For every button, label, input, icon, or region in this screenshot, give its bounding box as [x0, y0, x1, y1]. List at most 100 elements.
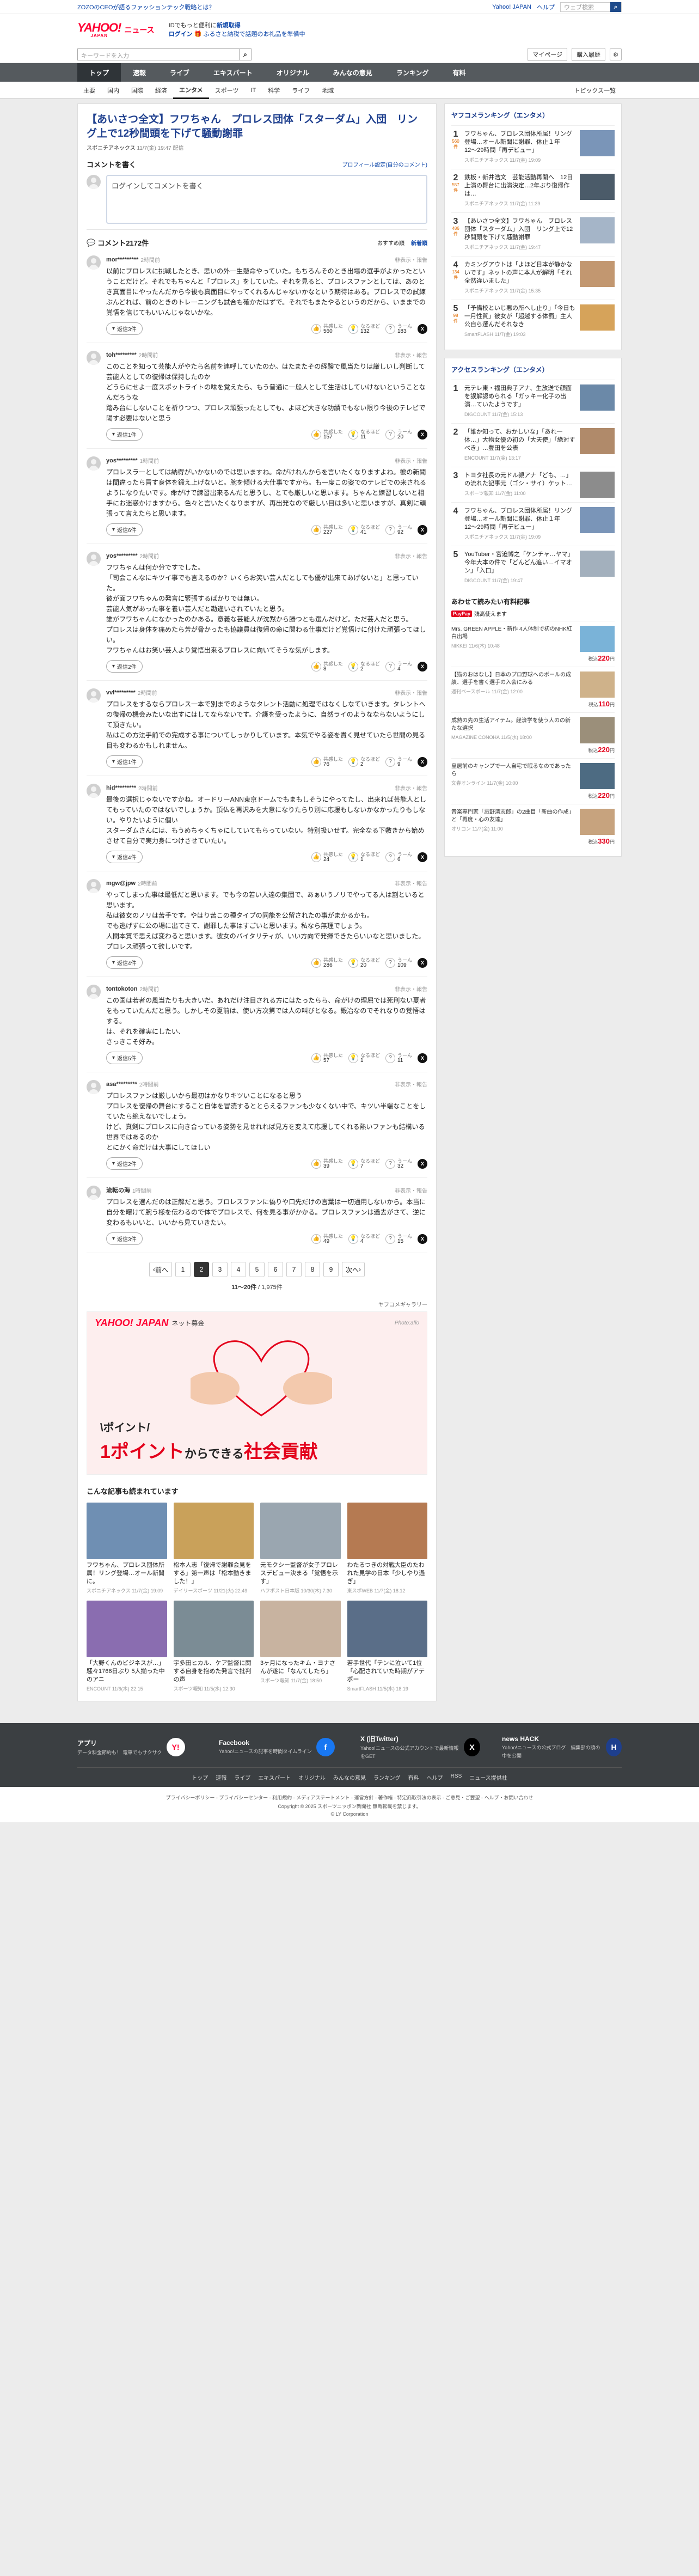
ranking-item[interactable]: 5 98件 「予備校といじ悪の所へし止り」「今日も一月性質」彼女が「超越する体罰」主… [451, 300, 615, 343]
main-nav-item[interactable]: オリジナル [265, 63, 321, 82]
ranking-item[interactable]: 3 486件 【あいさつ全文】フワちゃん プロレス団体「スターダム」入団 リング上で… [451, 212, 615, 256]
rank-title[interactable]: 「予備校といじ悪の所へし止り」「今日も一月性質」彼女が「超越する体罰」主人公自ら… [464, 304, 575, 329]
rank-title[interactable]: 鉄板・新井浩文 芸能活動再開へ 12日上演の舞台に出演決定…2年ぶり復帰作は… [464, 174, 575, 198]
comment-user[interactable]: asa********* [106, 1081, 137, 1088]
reaction-think[interactable]: 💡 なるほど 2 [348, 661, 380, 672]
reco-title[interactable]: 宇多田ヒカル、ケア監督に関する自身を抱めた発言で批判の声 [174, 1659, 254, 1684]
profile-settings-link[interactable]: プロフィール設定(自分のコメント) [342, 160, 427, 168]
reply-button[interactable]: ▾ 返信4件 [106, 956, 143, 969]
yahoo-japan-link[interactable]: Yahoo! JAPAN [492, 4, 531, 10]
footer-col[interactable]: news HACK Yahoo!ニュースの公式ブログ 編集部の頭の中を公開 H [502, 1734, 622, 1760]
rank-title[interactable]: カミングアウトは「よほど日本が静かないです」ネットの声に本人が解明「それ全然違い… [464, 261, 575, 285]
reaction-like[interactable]: 👍 共感した 49 [311, 1234, 343, 1244]
footer-col-name[interactable]: X (旧Twitter) [360, 1734, 459, 1743]
next-page-button[interactable]: 次へ › [342, 1262, 365, 1277]
page-7[interactable]: 7 [286, 1262, 302, 1277]
reaction-like[interactable]: 👍 共感した 560 [311, 323, 343, 334]
reco-title[interactable]: 松本人志「復帰で謝罪会見をする」第一声は「松本動きました！」 [174, 1561, 254, 1586]
search-icon[interactable]: ⌕ [610, 2, 621, 12]
paid-article-item[interactable]: 皇居前のキャンプで一人自宅で眠るなのであったら 文春オンライン 11/7(金) 1… [451, 758, 615, 804]
comment-user[interactable]: tontokoton [106, 986, 137, 992]
reaction-like[interactable]: 👍 共感した 227 [311, 524, 343, 535]
reaction-think[interactable]: 💡 なるほど 4 [348, 1234, 380, 1244]
reco-item[interactable]: わたるつきの対戦大臣のたわれた見学の日本「少しやり過ぎ」 東スポWEB 11/7(… [347, 1503, 428, 1594]
access-item[interactable]: 3 トヨタ社長の元ドル親アナ「ども、…」の流れた記事元（ゴシ・サイ）ケット… スポー… [451, 467, 615, 502]
reaction-hmm[interactable]: ? うーん 6 [385, 852, 412, 863]
reco-item[interactable]: 若手世代「テンに泣いて1位「心配されていた時期がアテボー SmartFLASH 1… [347, 1601, 427, 1692]
reaction-hmm[interactable]: ? うーん 109 [385, 957, 412, 968]
reaction-think[interactable]: 💡 なるほど 132 [348, 323, 380, 334]
paid-title[interactable]: Mrs. GREEN APPLE・新作 4人体制で初のNHK紅白出場 [451, 626, 575, 641]
footer-nav-link[interactable]: オリジナル [298, 1773, 326, 1781]
category-tab[interactable]: IT [244, 82, 262, 99]
page-5[interactable]: 5 [249, 1262, 265, 1277]
reaction-think[interactable]: 💡 なるほど 7 [348, 1158, 380, 1169]
x-share-icon[interactable]: X [418, 323, 427, 334]
mypage-button[interactable]: マイページ [528, 48, 567, 61]
reaction-like[interactable]: 👍 共感した 57 [311, 1053, 343, 1064]
reply-button[interactable]: ▾ 返信4件 [106, 851, 143, 863]
footer-nav-link[interactable]: エキスパート [258, 1773, 291, 1781]
main-nav-item[interactable]: みんなの意見 [321, 63, 384, 82]
rank-title[interactable]: トヨタ社長の元ドル親アナ「ども、…」の流れた記事元（ゴシ・サイ）ケット… [464, 472, 575, 488]
access-item[interactable]: 1 元テレ東・福田典子アナ、生放送で顔面を誤解認められる「ガッキー化子の出演…てい… [451, 380, 615, 423]
reply-button[interactable]: ▾ 返信6件 [106, 523, 143, 536]
reaction-hmm[interactable]: ? うーん 32 [385, 1158, 412, 1169]
furusato-link[interactable]: ふるさと納税で話題のお礼品を準備中 [204, 31, 305, 38]
footer-nav-link[interactable]: ニュース提供社 [469, 1773, 507, 1781]
paid-article-item[interactable]: 成熟の先の生活アイテム。経済学を使う人のの新たな選択 MAGAZINE CONOH… [451, 712, 615, 758]
x-share-icon[interactable]: X [418, 1234, 427, 1244]
x-icon[interactable]: X [464, 1737, 480, 1756]
category-tab[interactable]: 国際 [125, 82, 149, 99]
x-share-icon[interactable]: X [418, 1053, 427, 1063]
footer-col-name[interactable]: アプリ [77, 1738, 162, 1748]
page-8[interactable]: 8 [305, 1262, 320, 1277]
reco-title[interactable]: わたるつきの対戦大臣のたわれた見学の日本「少しやり過ぎ」 [347, 1561, 428, 1586]
footer-col[interactable]: アプリ データ料金節約も！ 電車でもサクサク Y! [77, 1734, 197, 1760]
login-link[interactable]: ログイン [169, 31, 193, 38]
category-tab[interactable]: 主要 [77, 82, 101, 99]
footer-col-name[interactable]: news HACK [502, 1735, 602, 1743]
reco-title[interactable]: 元モクシー監督が女子プロレスデビュー決まる「覚悟を示す」 [260, 1561, 341, 1586]
help-link[interactable]: ヘルプ [537, 3, 555, 11]
reco-item[interactable]: 松本人志「復帰で謝罪会見をする」第一声は「松本動きました！」 デイリースポーツ 1… [173, 1503, 254, 1594]
comment-user[interactable]: mor********* [106, 257, 138, 263]
category-tab[interactable]: 地域 [316, 82, 340, 99]
reply-button[interactable]: ▾ 返信1件 [106, 428, 143, 441]
prev-page-button[interactable]: ‹ 前へ [149, 1262, 172, 1277]
yahoo-logo[interactable]: YAHOO! JAPAN [77, 22, 121, 38]
main-nav-item[interactable]: エキスパート [201, 63, 265, 82]
article-title[interactable]: 【あいさつ全文】フワちゃん プロレス団体「スターダム」入団 リング上で12秒間頭… [87, 113, 427, 141]
main-nav-item[interactable]: トップ [77, 63, 121, 82]
reco-item[interactable]: フワちゃん、プロレス団体所属！リング登場…オール新聞に。 スポニチアネックス 11… [87, 1503, 167, 1594]
reco-title[interactable]: フワちゃん、プロレス団体所属！リング登場…オール新聞に。 [87, 1561, 167, 1586]
legal-links[interactable]: プライバシーポリシー - プライバシーセンター - 利用規約 - メディアステー… [0, 1794, 699, 1801]
footer-nav-link[interactable]: RSS [451, 1773, 462, 1781]
reaction-like[interactable]: 👍 共感した 76 [311, 756, 343, 767]
reaction-think[interactable]: 💡 なるほど 20 [348, 957, 380, 968]
access-item[interactable]: 2 「誰か知って、おかしいな」「あれ一体…」大物女優の初の「大天使」「絶対すべき」… [451, 423, 615, 467]
x-share-icon[interactable]: X [418, 429, 427, 439]
gallery-link[interactable]: ヤフコメギャラリー [87, 1300, 427, 1308]
signup-link[interactable]: 新規取得 [217, 22, 241, 29]
comment-user[interactable]: mgw@jpw [106, 880, 136, 887]
page-1[interactable]: 1 [175, 1262, 191, 1277]
footer-nav-link[interactable]: トップ [192, 1773, 208, 1781]
footer-col[interactable]: X (旧Twitter) Yahoo!ニュースの公式アカウントで最新情報をGET X [360, 1734, 480, 1760]
x-share-icon[interactable]: X [418, 524, 427, 535]
reco-title[interactable]: 3ヶ月になったキム・ヨナさんが遂に「なんてしたら」 [260, 1659, 341, 1676]
rank-title[interactable]: YouTuber・宮迫博之「ケンチャ…ヤマ」 今年大本の件で「どんどん追い…イマ… [464, 551, 577, 575]
mini-search[interactable]: ウェブ検索 ⌕ [560, 2, 622, 12]
footer-nav-link[interactable]: ランキング [373, 1773, 401, 1781]
reaction-hmm[interactable]: ? うーん 4 [385, 661, 412, 672]
promo-link[interactable]: ZOZOのCEOが語るファッションテック戦略とは？ [77, 3, 214, 11]
paid-title[interactable]: 皇居前のキャンプで一人自宅で眠るなのであったら [451, 763, 575, 778]
reaction-think[interactable]: 💡 なるほど 2 [348, 756, 380, 767]
report-link[interactable]: 非表示・報告 [395, 1080, 427, 1088]
newshack-icon[interactable]: H [606, 1737, 622, 1756]
category-tab[interactable]: スポーツ [209, 82, 245, 99]
sort-new[interactable]: 新着順 [411, 239, 427, 247]
paid-article-item[interactable]: 音楽専門家「忌野清志郎」の2曲目「新曲の作成」と「再度・心の友達」 オリコン 11… [451, 804, 615, 850]
footer-nav-link[interactable]: 有料 [408, 1773, 419, 1781]
reply-button[interactable]: ▾ 返信2件 [106, 660, 143, 673]
